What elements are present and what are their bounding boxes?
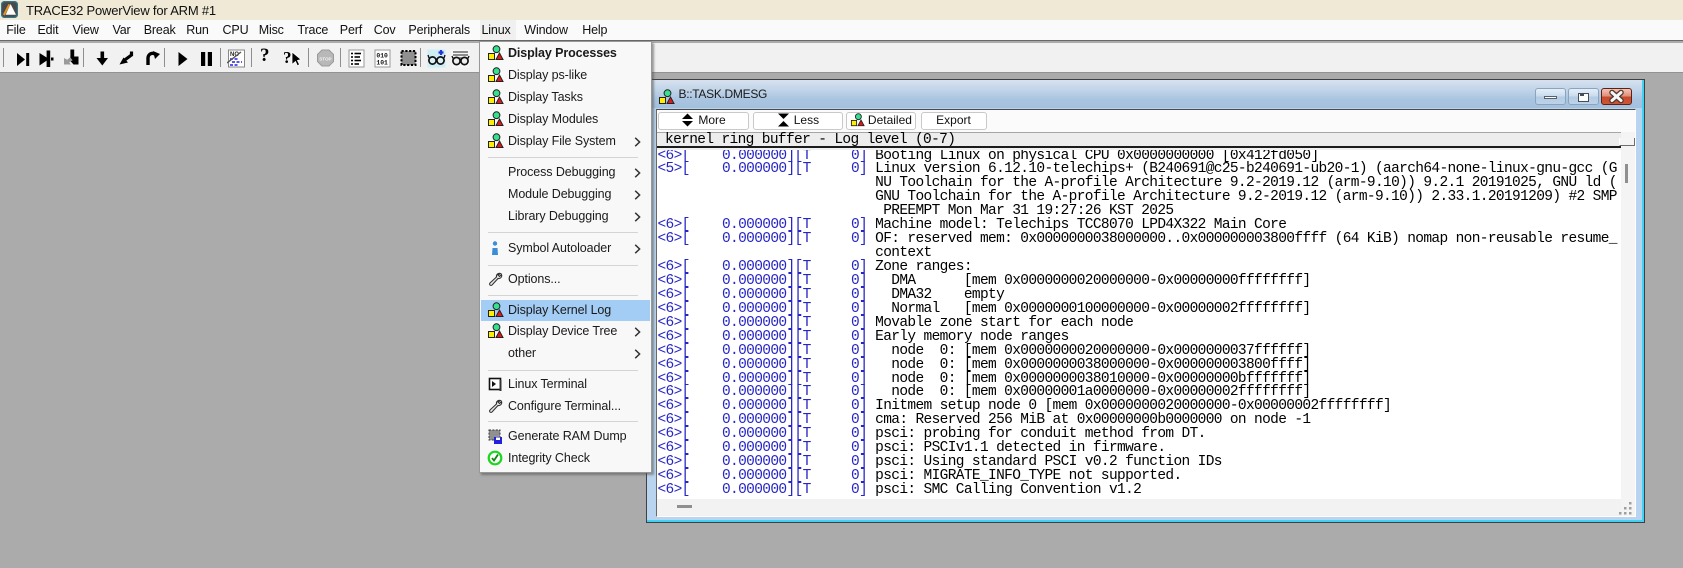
svg-text:?: ?	[283, 48, 292, 67]
svg-text:101: 101	[376, 59, 388, 66]
svg-text:STOP: STOP	[319, 56, 331, 61]
svg-text:010: 010	[376, 52, 388, 59]
